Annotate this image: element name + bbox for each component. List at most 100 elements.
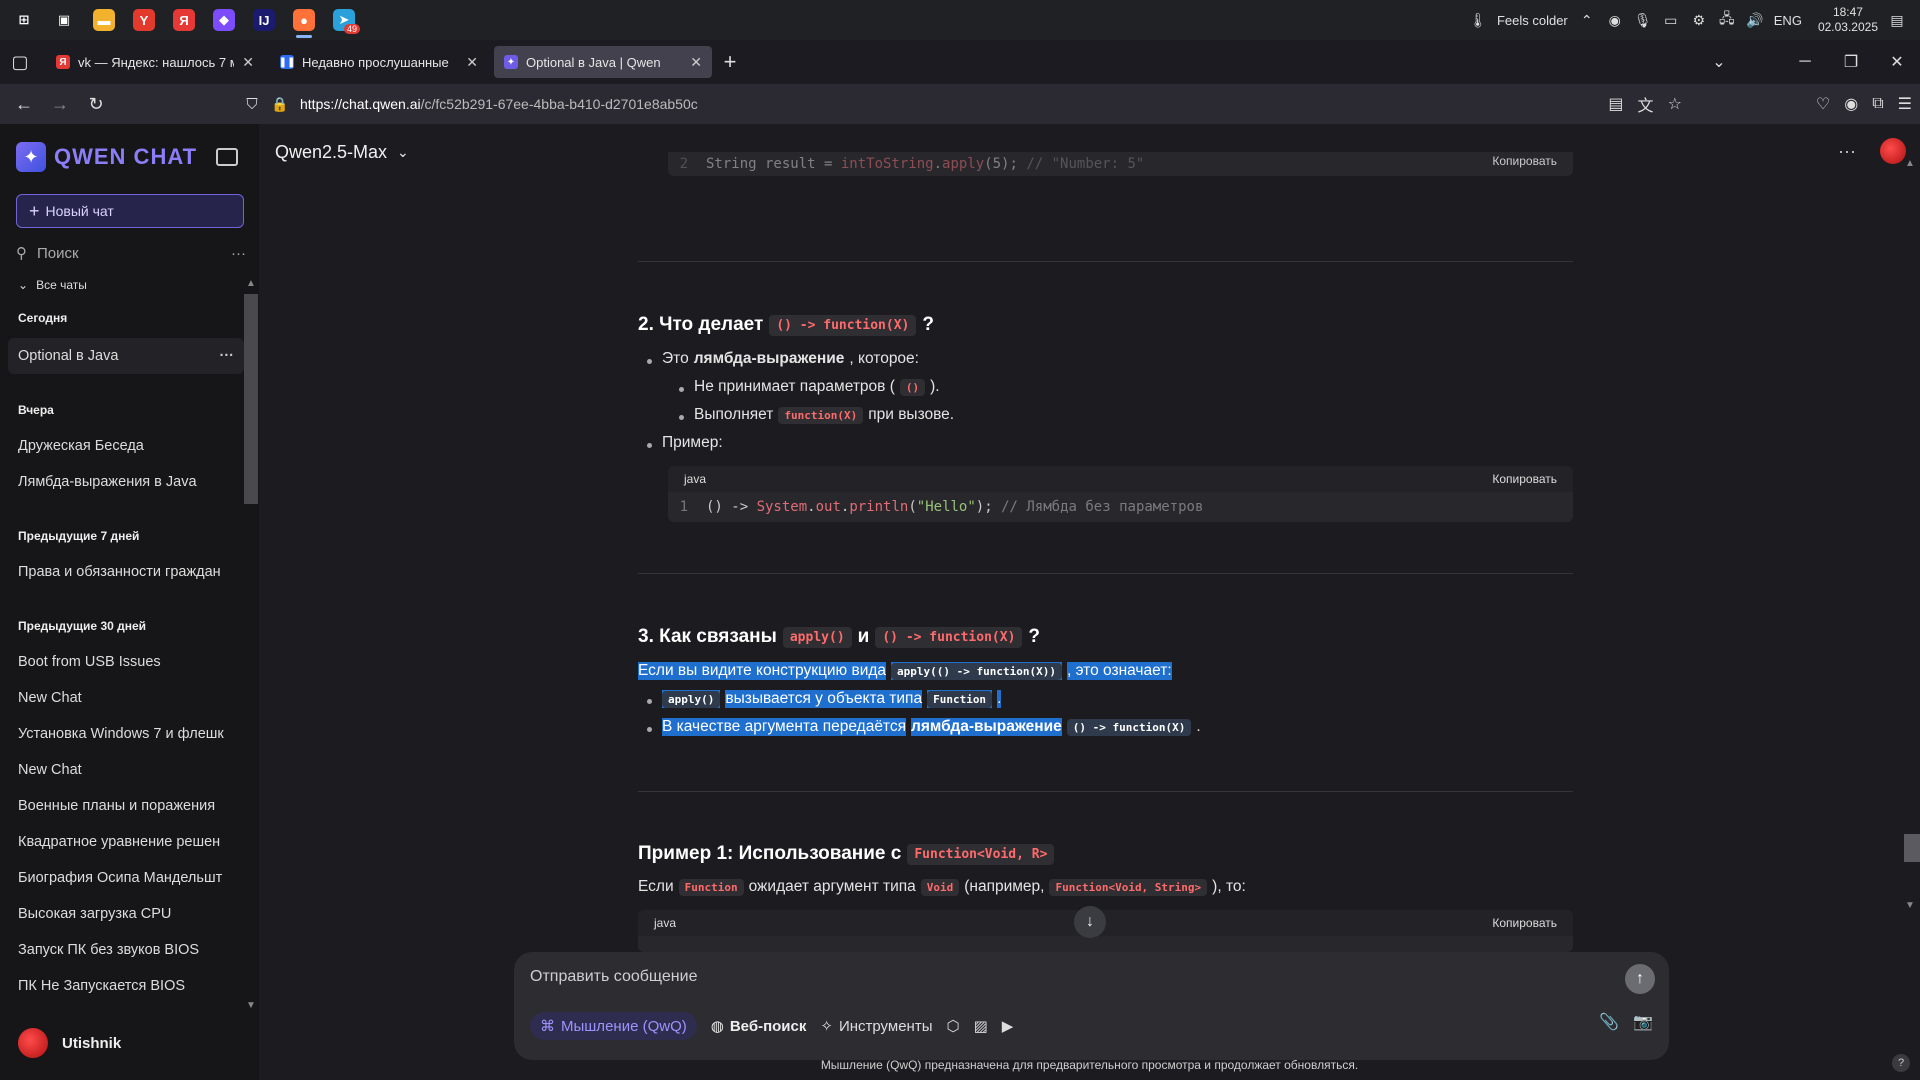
clock[interactable]: 18:47 02.03.2025 <box>1818 5 1878 35</box>
heading-text: ? <box>1028 626 1041 647</box>
list-item: Пример: <box>638 434 723 452</box>
send-button[interactable]: ↑ <box>1625 964 1655 994</box>
browser-tab[interactable]: Я vk — Яндекс: нашлось 7 млн р ✕ <box>46 46 264 78</box>
chat-item[interactable]: New Chat <box>8 680 244 716</box>
paperclip-icon[interactable]: 📎 <box>1599 1012 1619 1032</box>
video-icon[interactable]: ▶ <box>1002 1017 1014 1035</box>
file-explorer-icon[interactable]: ▬ <box>84 0 124 40</box>
qwen-logo[interactable]: ✦ QWEN CHAT <box>16 142 197 172</box>
selected-text: Если вы видите конструкцию вида <box>638 662 887 680</box>
help-icon[interactable]: ? <box>1892 1054 1910 1072</box>
chat-item[interactable]: Права и обязанности граждан <box>8 554 244 590</box>
browser-tab-active[interactable]: ✦ Optional в Java | Qwen ✕ <box>494 46 712 78</box>
web-search-button[interactable]: ◍ Веб-поиск <box>711 1017 807 1036</box>
chat-item[interactable]: ПК Не Запускается BIOS <box>8 968 244 1004</box>
sidebar-toggle-icon[interactable] <box>216 148 238 166</box>
browser-toolbar-right: ▤ 文 ☆ ♡ ◉ ⧉ ☰ <box>1608 84 1912 124</box>
qwen-favicon-icon: ✦ <box>504 55 518 69</box>
chat-item[interactable]: Биография Осипа Мандельшт <box>8 860 244 896</box>
scroll-down-arrow-icon[interactable]: ▼ <box>244 1000 258 1011</box>
camera-icon[interactable]: 📷 <box>1633 1012 1653 1032</box>
weather-text[interactable]: Feels colder <box>1497 13 1568 28</box>
chat-sidebar: ✦ QWEN CHAT + Новый чат ⚲ Поиск ··· ⌄ Вс… <box>0 124 259 1080</box>
sidebar-scroll-thumb[interactable] <box>244 294 258 504</box>
menu-icon[interactable]: ☰ <box>1898 94 1912 114</box>
copy-button[interactable]: Копировать <box>1492 472 1557 486</box>
bookmark-star-icon[interactable]: ☆ <box>1668 94 1682 114</box>
yandex-browser-icon[interactable]: Y <box>124 0 164 40</box>
chat-item[interactable]: Лямбда-выражения в Java <box>8 464 244 500</box>
telegram-icon[interactable]: ➤ 49 <box>324 0 364 40</box>
cube-icon[interactable]: ⬡ <box>946 1017 959 1035</box>
thinking-icon: ⌘ <box>540 1018 555 1035</box>
chat-item[interactable]: Высокая загрузка CPU <box>8 896 244 932</box>
close-tab-icon[interactable]: ✕ <box>466 54 478 71</box>
chat-item[interactable]: New Chat <box>8 752 244 788</box>
yandex-icon[interactable]: Я <box>164 0 204 40</box>
extensions-icon[interactable]: ⧉ <box>1872 95 1883 113</box>
chat-item[interactable]: Военные планы и поражения <box>8 788 244 824</box>
all-chats-toggle[interactable]: ⌄ Все чаты <box>18 278 87 292</box>
windows-start-icon[interactable]: ⊞ <box>4 0 44 40</box>
restore-icon[interactable]: ❐ <box>1828 52 1874 72</box>
scroll-up-arrow-icon[interactable]: ▲ <box>244 278 258 289</box>
tab-overflow-icon[interactable]: ⌄ <box>1696 52 1742 72</box>
copy-button[interactable]: Копировать <box>1492 154 1557 168</box>
chat-item[interactable]: Квадратное уравнение решен <box>8 824 244 860</box>
more-options-icon[interactable]: ··· <box>1838 141 1856 162</box>
account-icon[interactable]: ◉ <box>1844 94 1858 114</box>
chat-search[interactable]: ⚲ Поиск ··· <box>16 240 246 266</box>
more-options-icon[interactable]: ··· <box>231 245 246 262</box>
lock-icon[interactable]: 🔒 <box>270 96 290 113</box>
scroll-to-bottom-button[interactable]: ↓ <box>1074 906 1106 938</box>
browser-tab[interactable]: ❚❚ Недавно прослушанные ✕ <box>270 46 488 78</box>
close-window-icon[interactable]: ✕ <box>1874 52 1920 72</box>
chat-item[interactable]: Установка Windows 7 и флешк <box>8 716 244 752</box>
close-tab-icon[interactable]: ✕ <box>690 54 702 71</box>
copy-button[interactable]: Копировать <box>1492 916 1557 930</box>
scroll-up-arrow-icon[interactable]: ▲ <box>1904 158 1916 169</box>
thermometer-icon[interactable]: 🌡 <box>1469 12 1487 29</box>
network-icon[interactable]: 🖧 <box>1718 8 1736 32</box>
chat-item[interactable]: Boot from USB Issues <box>8 644 244 680</box>
sidebar-scrollbar[interactable]: ▲ ▼ <box>244 276 258 1016</box>
close-tab-icon[interactable]: ✕ <box>242 54 254 71</box>
chat-item[interactable]: Дружеская Беседа <box>8 428 244 464</box>
shield-icon[interactable]: ⛉ <box>234 96 270 113</box>
main-scrollbar[interactable]: ▲ ▼ <box>1900 158 1920 918</box>
user-profile[interactable]: Utishnik <box>18 1028 121 1058</box>
language-indicator[interactable]: ENG <box>1774 13 1802 28</box>
reader-view-icon[interactable]: ▤ <box>1608 94 1623 114</box>
scroll-down-arrow-icon[interactable]: ▼ <box>1904 900 1916 911</box>
steam-icon[interactable]: ⚙ <box>1690 12 1708 29</box>
forward-icon[interactable]: → <box>42 94 78 115</box>
thinking-toggle[interactable]: ⌘ Мышление (QwQ) <box>530 1012 697 1040</box>
chat-item-active[interactable]: Optional в Java ··· <box>8 338 244 374</box>
code-token: (5); <box>984 156 1027 172</box>
main-scroll-thumb[interactable] <box>1904 834 1920 862</box>
inline-code: () -> function(X) <box>875 626 1023 648</box>
translate-icon[interactable]: 文 <box>1638 92 1654 116</box>
tab-list-icon[interactable]: ▢ <box>0 52 40 73</box>
chat-item[interactable]: Запуск ПК без звуков BIOS <box>8 932 244 968</box>
back-icon[interactable]: ← <box>6 94 42 115</box>
chat-more-icon[interactable]: ··· <box>220 348 235 364</box>
reload-icon[interactable]: ↻ <box>78 94 114 115</box>
address-bar[interactable]: https://chat.qwen.ai/c/fc52b291-67ee-4bb… <box>300 96 698 112</box>
image-icon[interactable]: ▨ <box>974 1017 988 1035</box>
tools-button[interactable]: ✧ Инструменты <box>820 1017 932 1036</box>
intellij-icon[interactable]: IJ <box>244 0 284 40</box>
notifications-icon[interactable]: ▤ <box>1888 12 1906 29</box>
model-selector[interactable]: Qwen2.5-Max ⌄ <box>275 142 409 163</box>
task-view-icon[interactable]: ▣ <box>44 0 84 40</box>
minimize-icon[interactable]: ─ <box>1782 53 1828 71</box>
chevron-up-icon[interactable]: ⌃ <box>1578 12 1596 29</box>
pocket-icon[interactable]: ♡ <box>1816 94 1830 114</box>
new-tab-icon[interactable]: + <box>712 49 748 75</box>
obsidian-icon[interactable]: ◆ <box>204 0 244 40</box>
new-chat-button[interactable]: + Новый чат <box>16 194 244 228</box>
volume-icon[interactable]: 🔊 <box>1746 12 1764 29</box>
message-input[interactable]: Отправить сообщение <box>530 968 697 986</box>
heading-text: 2. Что делает <box>638 314 764 335</box>
firefox-icon[interactable]: ● <box>284 0 324 40</box>
